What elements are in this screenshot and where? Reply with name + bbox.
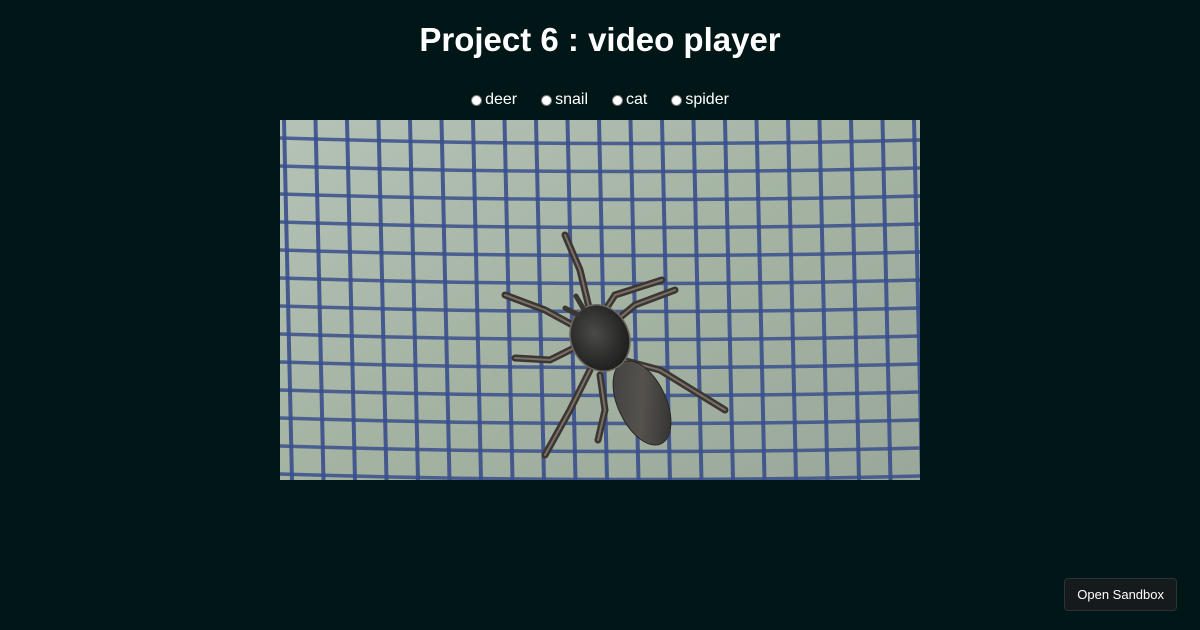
radio-label-spider: spider bbox=[685, 91, 729, 108]
radio-button-spider[interactable] bbox=[671, 94, 683, 106]
radio-label-cat: cat bbox=[626, 91, 648, 108]
page: Project 6 : video player deer snail cat … bbox=[0, 0, 1200, 630]
radio-button-cat[interactable] bbox=[612, 94, 623, 106]
video-frame-image bbox=[280, 120, 920, 480]
video-selector: deer snail cat spider bbox=[0, 90, 1200, 110]
radio-button-snail[interactable] bbox=[541, 94, 553, 106]
radio-option-snail[interactable]: snail bbox=[541, 90, 588, 110]
radio-label-snail: snail bbox=[555, 91, 588, 108]
video-player[interactable] bbox=[280, 120, 920, 480]
page-title: Project 6 : video player bbox=[419, 21, 781, 58]
open-sandbox-button[interactable]: Open Sandbox bbox=[1064, 578, 1177, 611]
radio-label-deer: deer bbox=[485, 91, 518, 108]
radio-option-spider[interactable]: spider bbox=[671, 90, 729, 110]
radio-option-cat[interactable]: cat bbox=[612, 90, 647, 110]
radio-option-deer[interactable]: deer bbox=[471, 90, 517, 110]
radio-button-deer[interactable] bbox=[471, 94, 483, 106]
